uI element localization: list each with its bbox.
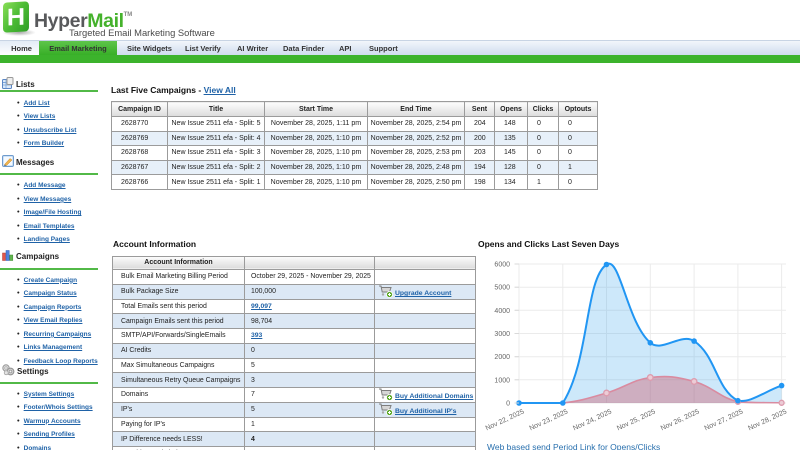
svg-text:Nov 22, 2025: Nov 22, 2025: [485, 408, 526, 432]
svg-text:Nov 27, 2025: Nov 27, 2025: [704, 408, 745, 432]
svg-text:0: 0: [506, 401, 510, 408]
svg-text:1000: 1000: [494, 377, 510, 384]
svg-text:6000: 6000: [494, 262, 510, 269]
svg-text:3000: 3000: [494, 331, 510, 338]
svg-text:Nov 25, 2025: Nov 25, 2025: [616, 408, 657, 432]
svg-text:Nov 23, 2025: Nov 23, 2025: [528, 408, 569, 432]
svg-text:4000: 4000: [494, 308, 510, 315]
svg-text:Nov 24, 2025: Nov 24, 2025: [572, 408, 613, 432]
svg-text:Nov 28, 2025: Nov 28, 2025: [747, 408, 788, 432]
svg-text:Nov 26, 2025: Nov 26, 2025: [660, 408, 701, 432]
svg-text:5000: 5000: [494, 285, 510, 292]
svg-text:2000: 2000: [494, 354, 510, 361]
